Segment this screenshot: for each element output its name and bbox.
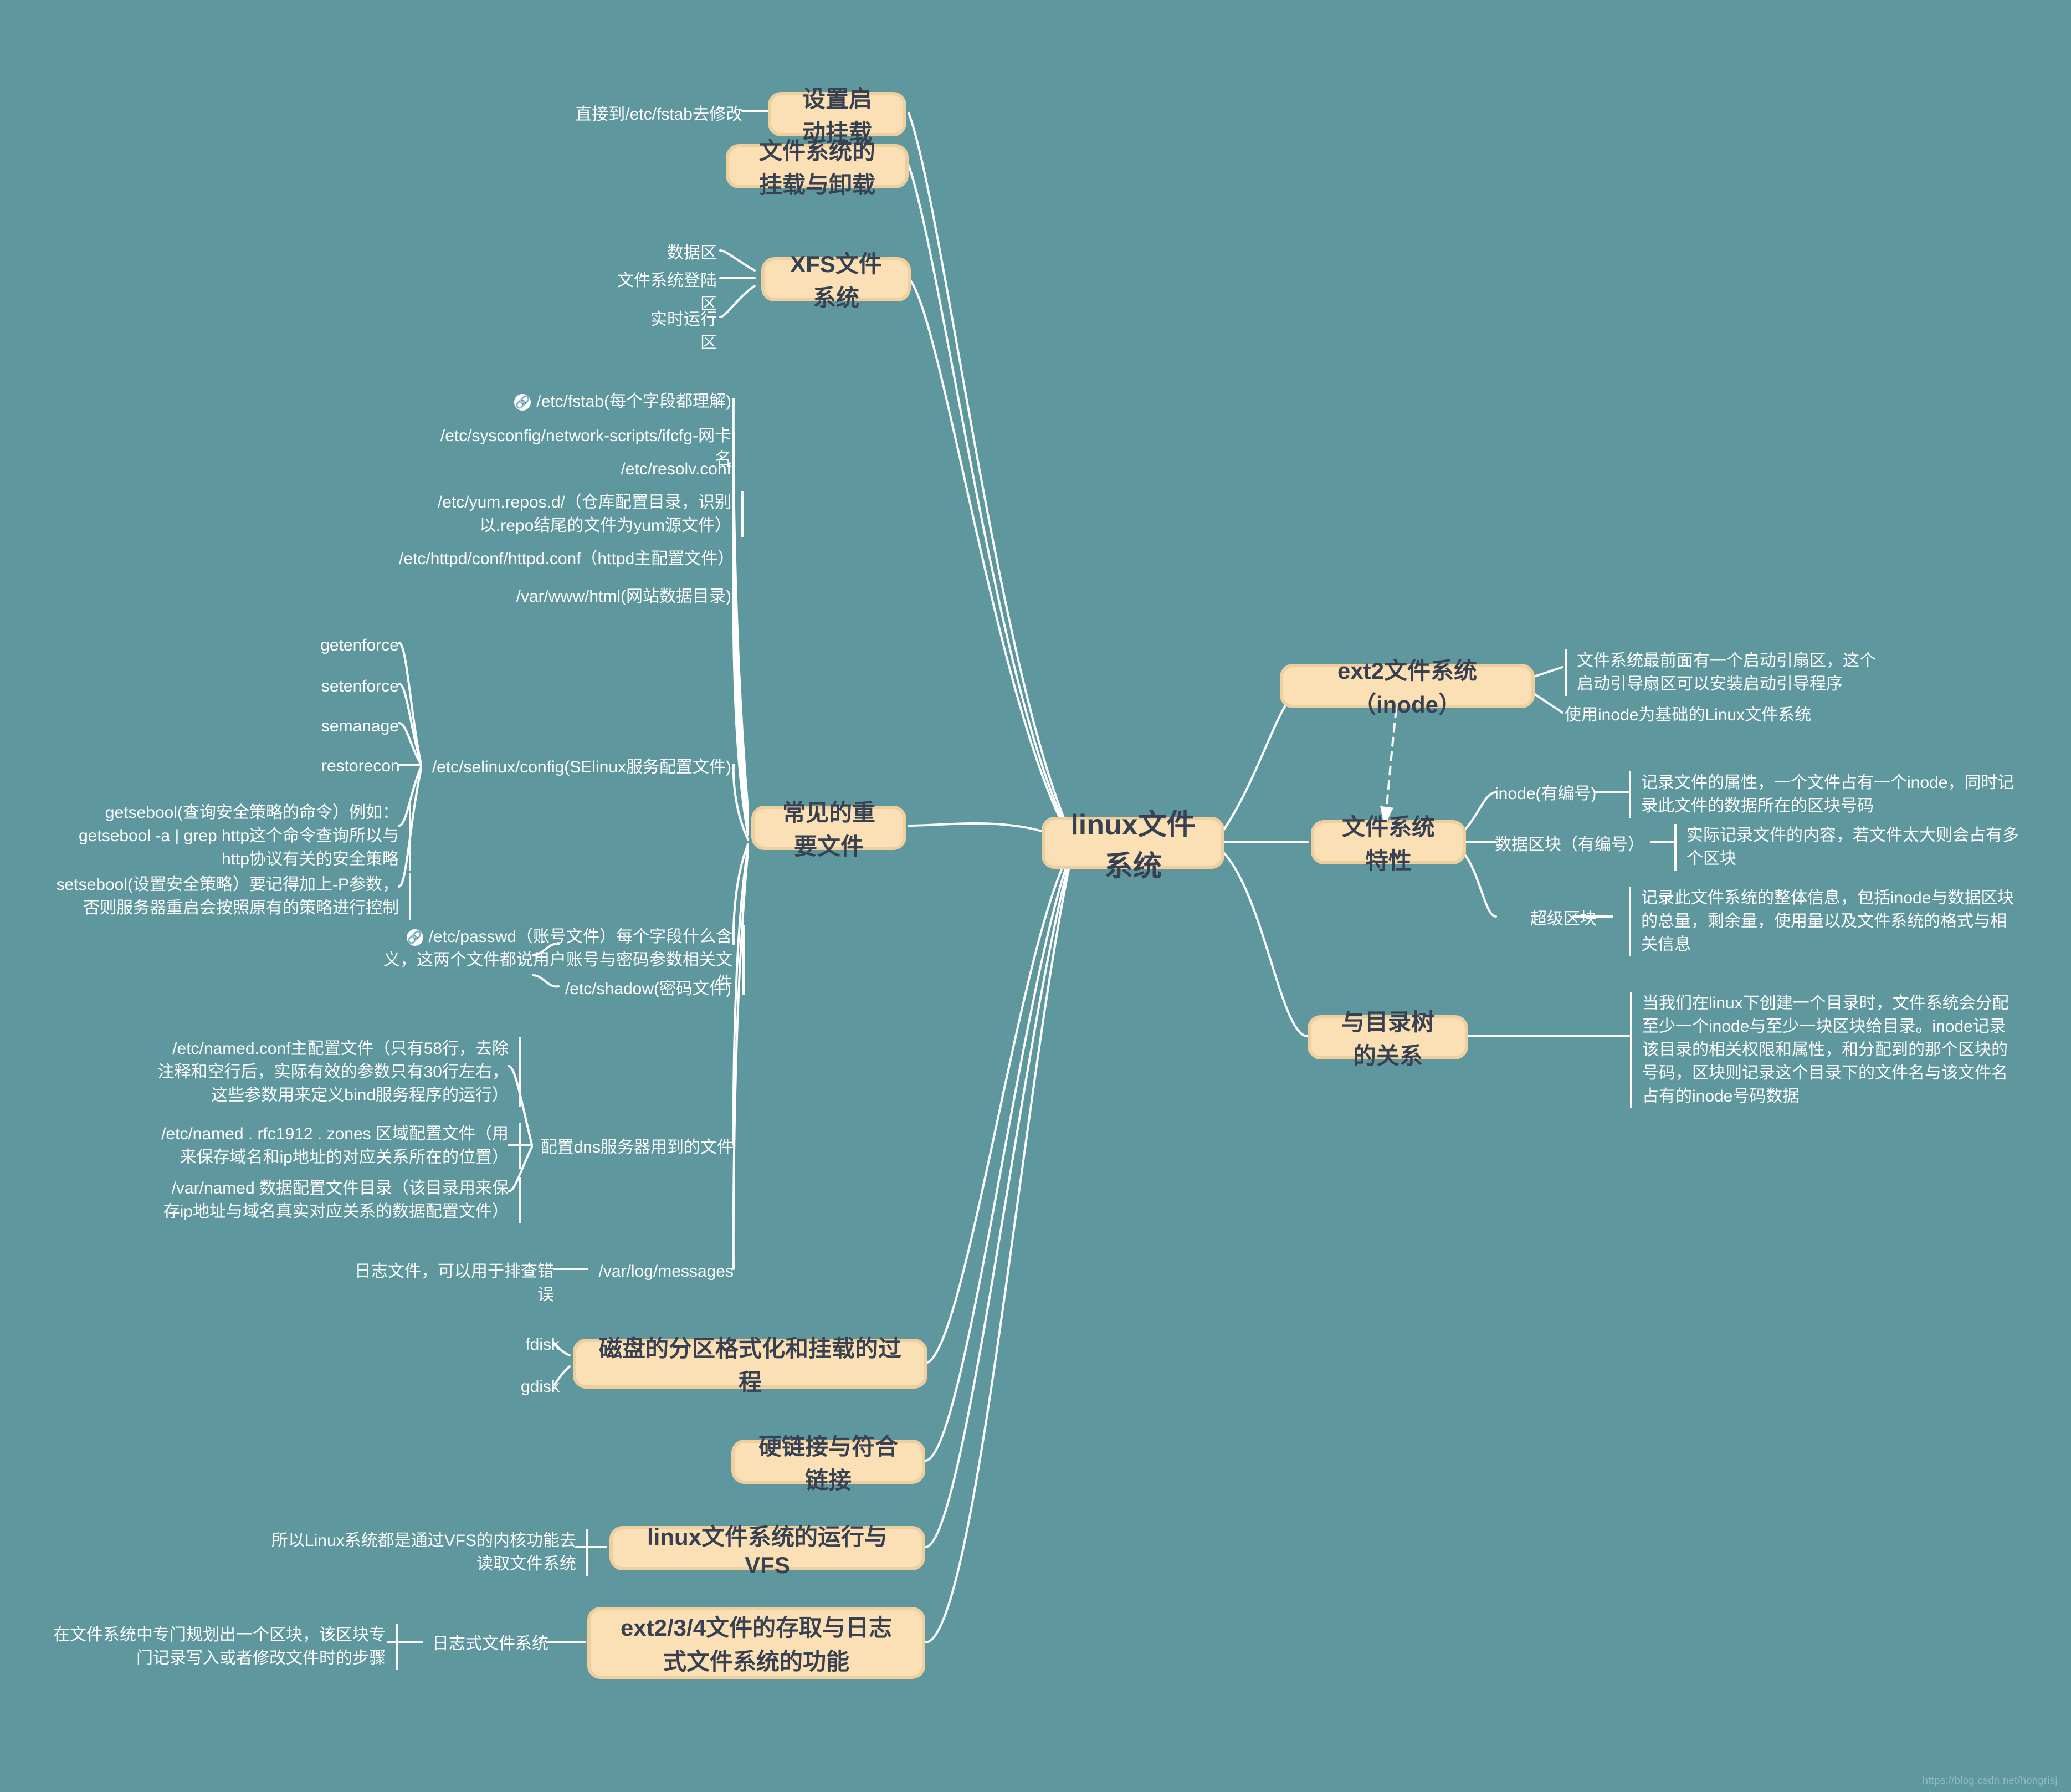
note-boot-mount: 直接到/etc/fstab去修改: [562, 103, 742, 126]
dns-item-0: /etc/named.conf主配置文件（只有58行，去除注释和空行后，实际有效…: [156, 1037, 521, 1107]
selinux-cmd-0: getenforce: [310, 634, 399, 657]
mindmap-stage: { "root": { "label": "linux文件系统" }, "lef…: [0, 0, 2071, 1792]
journal-note: 在文件系统中专门规划出一个区块，该区块专门记录写入或者修改文件时的步骤: [53, 1624, 398, 1670]
root-node[interactable]: linux文件系统: [1042, 817, 1224, 869]
traits-block-desc: 实际记录文件的内容，若文件太大则会占有多个区块: [1674, 824, 2019, 871]
selinux-getsebool: getsebool(查询安全策略的命令）例如：getsebool -a | gr…: [53, 801, 411, 871]
link-icon: 🔗: [514, 394, 531, 411]
traits-block-name: 数据区块（有编号）: [1495, 833, 1650, 857]
ext2-note-0: 文件系统最前面有一个启动引扇区，这个启动引导扇区可以安装启动引导程序: [1565, 649, 1887, 696]
dns-label: 配置dns服务器用到的文件: [537, 1136, 734, 1159]
file-shadow: /etc/shadow(密码文件): [554, 977, 731, 1001]
partition-tool-0: fdisk: [521, 1333, 560, 1356]
selinux-setsebool: setsebool(设置安全策略）要记得加上-P参数，否则服务器重启会按照原有的…: [53, 873, 411, 920]
node-traits[interactable]: 文件系统特性: [1311, 820, 1466, 864]
traits-super-name: 超级区块: [1530, 908, 1608, 931]
partition-tool-1: gdisk: [521, 1375, 560, 1399]
xfs-child-0: 数据区: [654, 242, 717, 265]
dns-item-2: /var/named 数据配置文件目录（该目录用来保存ip地址与域名真实对应关系…: [156, 1177, 521, 1223]
node-vfs[interactable]: linux文件系统的运行与VFS: [609, 1526, 925, 1570]
file-fstab: 🔗 /etc/fstab(每个字段都理解): [438, 390, 731, 413]
file-fstab-text: /etc/fstab(每个字段都理解): [536, 392, 731, 411]
link-icon: 🔗: [407, 929, 423, 946]
watermark: https://blog.csdn.net/hongrisj: [1923, 1775, 2058, 1786]
node-partition[interactable]: 磁盘的分区格式化和挂载的过程: [573, 1339, 927, 1389]
journal-mid: 日志式文件系统: [427, 1632, 548, 1656]
node-ext2[interactable]: ext2文件系统（inode）: [1280, 664, 1535, 708]
file-httpd: /etc/httpd/conf/httpd.conf（httpd主配置文件）: [399, 547, 731, 571]
selinux-cmd-2: semanage: [314, 715, 399, 738]
traits-inode-desc: 记录文件的属性，一个文件占有一个inode，同时记录此文件的数据所在的区块号码: [1629, 771, 2018, 818]
node-links[interactable]: 硬链接与符合链接: [731, 1440, 925, 1484]
file-log: /var/log/messages: [591, 1260, 734, 1283]
node-tree[interactable]: 与目录树的关系: [1308, 1015, 1468, 1059]
node-boot-mount[interactable]: 设置启动挂载: [768, 92, 906, 136]
node-xfs[interactable]: XFS文件系统: [761, 257, 911, 301]
dns-item-1: /etc/named . rfc1912 . zones 区域配置文件（用来保存…: [156, 1123, 521, 1169]
xfs-child-2: 实时运行区: [636, 308, 717, 355]
vfs-note: 所以Linux系统都是通过VFS的内核功能去读取文件系统: [260, 1529, 588, 1576]
file-selinux: /etc/selinux/config(SElinux服务配置文件): [430, 756, 731, 779]
traits-super-desc: 记录此文件系统的整体信息，包括inode与数据区块的总量，剩余量，使用量以及文件…: [1629, 887, 2018, 956]
file-www: /var/www/html(网站数据目录): [496, 585, 731, 608]
file-yum: /etc/yum.repos.d/（仓库配置目录，识别以.repo结尾的文件为y…: [388, 491, 744, 537]
selinux-cmd-1: setenforce: [316, 675, 399, 698]
file-resolv: /etc/resolv.conf: [604, 458, 731, 481]
selinux-cmd-3: restorecon: [321, 755, 399, 778]
node-important-files[interactable]: 常见的重要文件: [751, 806, 906, 850]
ext2-note-1: 使用inode为基础的Linux文件系统: [1565, 704, 1875, 727]
node-journal[interactable]: ext2/3/4文件的存取与日志式文件系统的功能: [587, 1607, 925, 1679]
node-mount-ops[interactable]: 文件系统的挂载与卸载: [726, 144, 909, 188]
traits-inode-name: inode(有编号): [1495, 782, 1606, 806]
file-log-desc: 日志文件，可以用于排查错误: [344, 1260, 554, 1307]
tree-desc: 当我们在linux下创建一个目录时，文件系统会分配至少一个inode与至少一块区…: [1630, 992, 2019, 1108]
